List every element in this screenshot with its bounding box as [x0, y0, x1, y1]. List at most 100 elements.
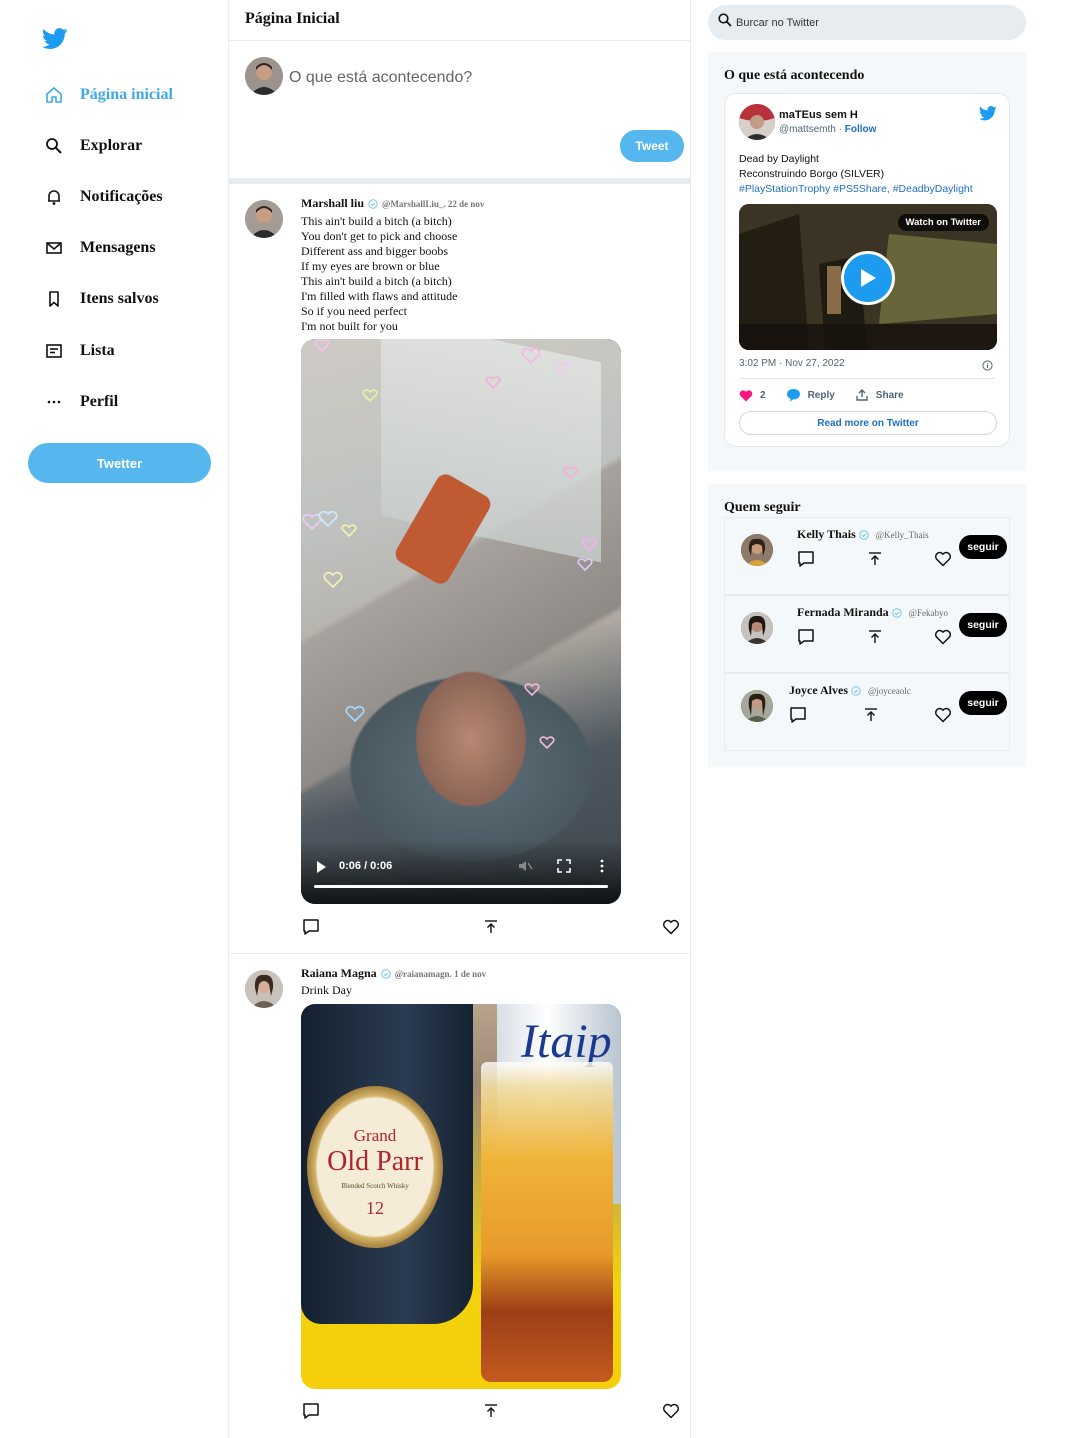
twitter-bird-icon[interactable]	[41, 28, 70, 52]
whisky-bottle: Grand Old Parr Blended Scotch Whisky 12	[301, 1004, 473, 1324]
post-author[interactable]: Raiana Magna	[301, 966, 377, 981]
nav-item-lists[interactable]: Lista	[44, 336, 115, 366]
follow-suggestion: Kelly Thais @Kelly_Thais seguir	[724, 517, 1010, 595]
label-brand-top: Grand	[353, 1126, 397, 1145]
share-label: Share	[875, 389, 904, 401]
video-progress-bar[interactable]	[314, 885, 608, 888]
nav-label: Mensagens	[80, 239, 156, 256]
play-icon[interactable]	[315, 860, 329, 874]
post-header: Raiana Magna @raianamagn . 1 de nov	[301, 966, 486, 981]
compose-input[interactable]	[289, 69, 669, 87]
embed-like-button[interactable]: 2	[739, 389, 766, 402]
nav-item-home[interactable]: Página inicial	[44, 80, 173, 110]
drink-photo: Itaip Grand Old Parr Blended Scotch Whis…	[301, 1004, 621, 1389]
follow-suggestion: Joyce Alves @joyceaolc seguir	[724, 673, 1010, 751]
embed-share-button[interactable]: Share	[855, 388, 904, 402]
fullscreen-icon[interactable]	[556, 858, 572, 874]
avatar[interactable]	[245, 200, 283, 238]
share-icon[interactable]	[481, 917, 501, 937]
embed-actions: 2 Reply Share	[739, 388, 924, 402]
post-handle[interactable]: @MarshallLiu_	[382, 199, 443, 209]
tweet-button[interactable]: Tweet	[620, 130, 684, 162]
post-handle[interactable]: @raianamagn	[395, 969, 450, 979]
watch-on-twitter-label[interactable]: Watch on Twitter	[897, 214, 989, 231]
post-line: I'm filled with flaws and attitude	[301, 289, 458, 303]
volume-icon[interactable]	[517, 858, 533, 874]
embed-text: Dead by Daylight Reconstruindo Borgo (SI…	[739, 152, 973, 197]
more-icon	[44, 392, 64, 412]
divider	[739, 378, 995, 379]
follow-user-handle[interactable]: @joyceaolc	[868, 686, 911, 696]
like-icon[interactable]	[934, 706, 952, 724]
nav-label: Lista	[80, 342, 115, 359]
mail-icon	[44, 238, 64, 258]
like-icon[interactable]	[661, 917, 681, 937]
label-brand-main: Old Parr	[327, 1146, 423, 1177]
panel-title: Quem seguir	[724, 500, 801, 515]
like-icon[interactable]	[934, 628, 952, 646]
embed-handle[interactable]: @mattsemth	[779, 124, 836, 135]
follow-user-handle[interactable]: @Kelly_Thais	[876, 530, 929, 540]
post-line: Different ass and bigger boobs	[301, 244, 449, 258]
comment-icon[interactable]	[797, 550, 815, 568]
share-icon[interactable]	[862, 706, 880, 724]
follow-user-handle[interactable]: @Fekabyo	[909, 608, 948, 618]
search-bar[interactable]	[708, 5, 1026, 40]
follow-user-name[interactable]: Joyce Alves	[789, 683, 848, 698]
comment-icon[interactable]	[789, 706, 807, 724]
embed-timestamp[interactable]: 3:02 PM · Nov 27, 2022	[739, 358, 845, 369]
post-line: So if you need perfect	[301, 304, 407, 318]
follow-user-name[interactable]: Fernada Miranda	[797, 605, 889, 620]
more-options-icon[interactable]	[594, 858, 610, 874]
read-more-button[interactable]: Read more on Twitter	[739, 411, 997, 435]
nav-label: Explorar	[80, 137, 143, 154]
twitter-bird-icon[interactable]	[978, 106, 997, 122]
search-icon	[718, 13, 732, 32]
left-sidebar: Página inicial Explorar Notificações Men…	[0, 0, 228, 1438]
comment-icon[interactable]	[301, 1401, 321, 1421]
post-image[interactable]: Itaip Grand Old Parr Blended Scotch Whis…	[301, 1004, 621, 1389]
avatar[interactable]	[741, 612, 773, 644]
follow-link[interactable]: Follow	[845, 124, 877, 135]
post-text: Drink Day	[301, 983, 352, 998]
comment-icon[interactable]	[797, 628, 815, 646]
like-count: 2	[760, 389, 766, 401]
bookmark-icon	[44, 289, 64, 309]
avatar[interactable]	[741, 690, 773, 722]
bottle-label: Grand Old Parr Blended Scotch Whisky 12	[307, 1086, 443, 1248]
nav-item-messages[interactable]: Mensagens	[44, 233, 156, 263]
embed-video[interactable]: Watch on Twitter	[739, 204, 997, 350]
avatar[interactable]	[739, 104, 775, 140]
tweet-post: Marshall liu @MarshallLiu_ . 22 de nov T…	[229, 184, 690, 954]
reply-icon	[786, 389, 800, 402]
comment-icon[interactable]	[301, 917, 321, 937]
follow-button[interactable]: seguir	[959, 535, 1007, 559]
like-icon[interactable]	[661, 1401, 681, 1421]
share-icon[interactable]	[866, 628, 884, 646]
like-icon[interactable]	[934, 550, 952, 568]
follow-button[interactable]: seguir	[959, 613, 1007, 637]
post-author[interactable]: Marshall liu	[301, 196, 364, 211]
play-icon[interactable]	[841, 251, 895, 305]
avatar[interactable]	[245, 57, 283, 95]
embed-reply-button[interactable]: Reply	[786, 388, 835, 402]
nav-item-profile[interactable]: Perfil	[44, 387, 118, 417]
share-icon[interactable]	[481, 1401, 501, 1421]
nav-item-bookmarks[interactable]: Itens salvos	[44, 284, 159, 314]
avatar[interactable]	[245, 970, 283, 1008]
follow-user-name[interactable]: Kelly Thais	[797, 527, 856, 542]
nav-item-notifications[interactable]: Notificações	[44, 182, 163, 212]
embedded-tweet[interactable]: maTEus sem H @mattsemth · Follow Dead by…	[724, 93, 1010, 447]
avatar[interactable]	[741, 534, 773, 566]
post-header: Marshall liu @MarshallLiu_ . 22 de nov	[301, 196, 484, 211]
embed-author[interactable]: maTEus sem H	[779, 109, 858, 121]
embed-hashtags[interactable]: #PlayStationTrophy #PS5Share, #DeadbyDay…	[739, 182, 973, 197]
twetter-button[interactable]: Twetter	[28, 443, 211, 483]
post-video[interactable]: 0:06 / 0:06	[301, 339, 621, 904]
nav-item-explore[interactable]: Explorar	[44, 131, 142, 161]
share-icon[interactable]	[866, 550, 884, 568]
follow-button[interactable]: seguir	[959, 691, 1007, 715]
search-input[interactable]	[736, 16, 996, 29]
video-frame	[301, 339, 621, 904]
info-icon[interactable]	[982, 358, 993, 371]
